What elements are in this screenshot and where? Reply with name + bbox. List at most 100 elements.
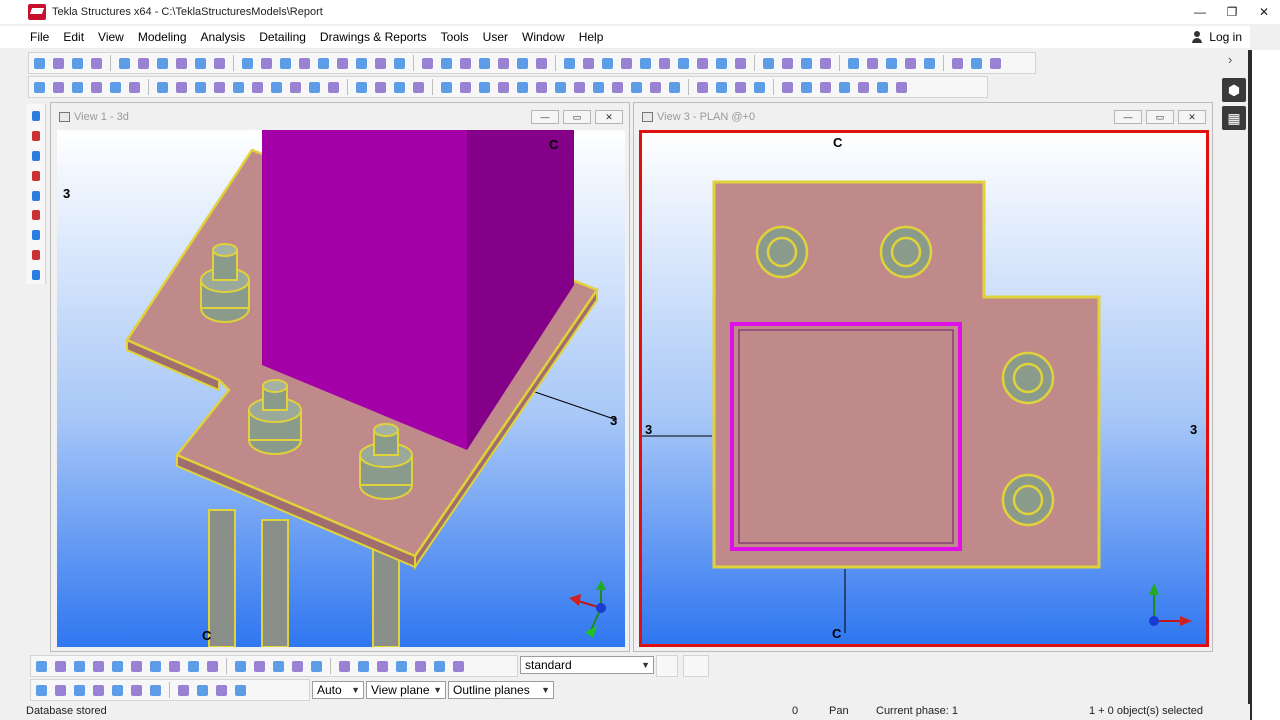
tool-button-icon[interactable] — [173, 55, 190, 72]
menu-detailing[interactable]: Detailing — [252, 30, 313, 44]
tool-button-icon[interactable] — [450, 658, 467, 675]
tool-button-icon[interactable] — [353, 79, 370, 96]
tool-button-icon[interactable] — [410, 79, 427, 96]
tool-button-icon[interactable] — [533, 55, 550, 72]
view-restore-button[interactable]: ▭ — [563, 110, 591, 124]
tool-button-icon[interactable] — [211, 55, 228, 72]
close-button[interactable]: ✕ — [1248, 0, 1280, 24]
tool-button-icon[interactable] — [372, 79, 389, 96]
tool-button-icon[interactable] — [355, 658, 372, 675]
point-tool-icon[interactable] — [29, 188, 43, 205]
tool-button-icon[interactable] — [107, 79, 124, 96]
catalog-cube-icon[interactable]: ⬢ — [1222, 78, 1246, 102]
tool-button-icon[interactable] — [154, 55, 171, 72]
tool-button-icon[interactable] — [561, 55, 578, 72]
tool-button-icon[interactable] — [514, 55, 531, 72]
tool-button-icon[interactable] — [713, 79, 730, 96]
tool-button-icon[interactable] — [893, 79, 910, 96]
tool-button-icon[interactable] — [590, 79, 607, 96]
tool-button-icon[interactable] — [836, 79, 853, 96]
view-close-button[interactable]: ✕ — [595, 110, 623, 124]
tool-button-icon[interactable] — [289, 658, 306, 675]
tool-button-icon[interactable] — [599, 55, 616, 72]
tool-button-icon[interactable] — [609, 79, 626, 96]
tool-button-icon[interactable] — [50, 79, 67, 96]
tool-button-icon[interactable] — [732, 79, 749, 96]
tool-button-icon[interactable] — [391, 79, 408, 96]
tool-button-icon[interactable] — [533, 79, 550, 96]
tool-button-icon[interactable] — [798, 55, 815, 72]
tool-button-icon[interactable] — [50, 55, 67, 72]
view-3d[interactable]: View 1 - 3d — ▭ ✕ C 3 3 C — [50, 102, 630, 652]
tool-button-icon[interactable] — [315, 55, 332, 72]
point-tool-icon[interactable] — [29, 108, 43, 125]
point-tool-icon[interactable] — [29, 207, 43, 224]
tool-button-icon[interactable] — [732, 55, 749, 72]
tool-button-icon[interactable] — [883, 55, 900, 72]
applications-grid-icon[interactable]: ▦ — [1222, 106, 1246, 130]
tool-button-icon[interactable] — [419, 55, 436, 72]
tool-button-icon[interactable] — [495, 79, 512, 96]
menu-window[interactable]: Window — [515, 30, 572, 44]
tool-button-icon[interactable] — [580, 55, 597, 72]
point-tool-icon[interactable] — [29, 168, 43, 185]
tool-button-icon[interactable] — [476, 79, 493, 96]
view-minimize-button[interactable]: — — [531, 110, 559, 124]
tool-button-icon[interactable] — [334, 55, 351, 72]
menu-help[interactable]: Help — [572, 30, 611, 44]
tool-button-icon[interactable] — [287, 79, 304, 96]
tool-button-icon[interactable] — [88, 79, 105, 96]
tool-button-icon[interactable] — [211, 79, 228, 96]
minimize-button[interactable]: — — [1184, 0, 1216, 24]
point-tool-icon[interactable] — [29, 128, 43, 145]
tool-button-icon[interactable] — [779, 55, 796, 72]
tool-button-icon[interactable] — [412, 658, 429, 675]
depth-select[interactable]: Auto ▼ — [312, 681, 364, 699]
tool-button-icon[interactable] — [874, 79, 891, 96]
tool-button-icon[interactable] — [306, 79, 323, 96]
tool-button-icon[interactable] — [438, 79, 455, 96]
tool-button-icon[interactable] — [135, 55, 152, 72]
tool-button-icon[interactable] — [476, 55, 493, 72]
view-3d-canvas[interactable]: C 3 3 C — [57, 130, 625, 647]
selection-filter-select[interactable]: standard ▼ — [520, 656, 654, 674]
tool-button-icon[interactable] — [270, 658, 287, 675]
tool-button-icon[interactable] — [213, 682, 230, 699]
tool-button-icon[interactable] — [154, 79, 171, 96]
tool-button-icon[interactable] — [33, 682, 50, 699]
tool-button-icon[interactable] — [921, 55, 938, 72]
tool-button-icon[interactable] — [987, 55, 1004, 72]
tool-button-icon[interactable] — [175, 682, 192, 699]
tool-button-icon[interactable] — [71, 682, 88, 699]
tool-button-icon[interactable] — [694, 55, 711, 72]
outline-select[interactable]: Outline planes ▼ — [448, 681, 554, 699]
tool-button-icon[interactable] — [457, 55, 474, 72]
tool-button-icon[interactable] — [173, 79, 190, 96]
tool-button-icon[interactable] — [116, 55, 133, 72]
login-area[interactable]: Log in — [1191, 26, 1242, 48]
tool-button-icon[interactable] — [656, 55, 673, 72]
point-tool-icon[interactable] — [29, 227, 43, 244]
menu-tools[interactable]: Tools — [434, 30, 476, 44]
tool-button-icon[interactable] — [457, 79, 474, 96]
tool-button-icon[interactable] — [647, 79, 664, 96]
tool-button-icon[interactable] — [628, 79, 645, 96]
tool-button-icon[interactable] — [90, 658, 107, 675]
menu-analysis[interactable]: Analysis — [194, 30, 253, 44]
tool-button-icon[interactable] — [336, 658, 353, 675]
tool-button-icon[interactable] — [52, 658, 69, 675]
view-plan-canvas[interactable]: C 3 3 C — [639, 130, 1209, 647]
filter-settings-button[interactable] — [656, 655, 678, 677]
tool-button-icon[interactable] — [258, 55, 275, 72]
point-tool-icon[interactable] — [29, 267, 43, 284]
tool-button-icon[interactable] — [239, 55, 256, 72]
tool-button-icon[interactable] — [845, 55, 862, 72]
tool-button-icon[interactable] — [308, 658, 325, 675]
restore-button[interactable]: ❐ — [1216, 0, 1248, 24]
tool-button-icon[interactable] — [817, 79, 834, 96]
tool-button-icon[interactable] — [694, 79, 711, 96]
menu-edit[interactable]: Edit — [56, 30, 91, 44]
tool-button-icon[interactable] — [204, 658, 221, 675]
tool-button-icon[interactable] — [666, 79, 683, 96]
tool-button-icon[interactable] — [277, 55, 294, 72]
